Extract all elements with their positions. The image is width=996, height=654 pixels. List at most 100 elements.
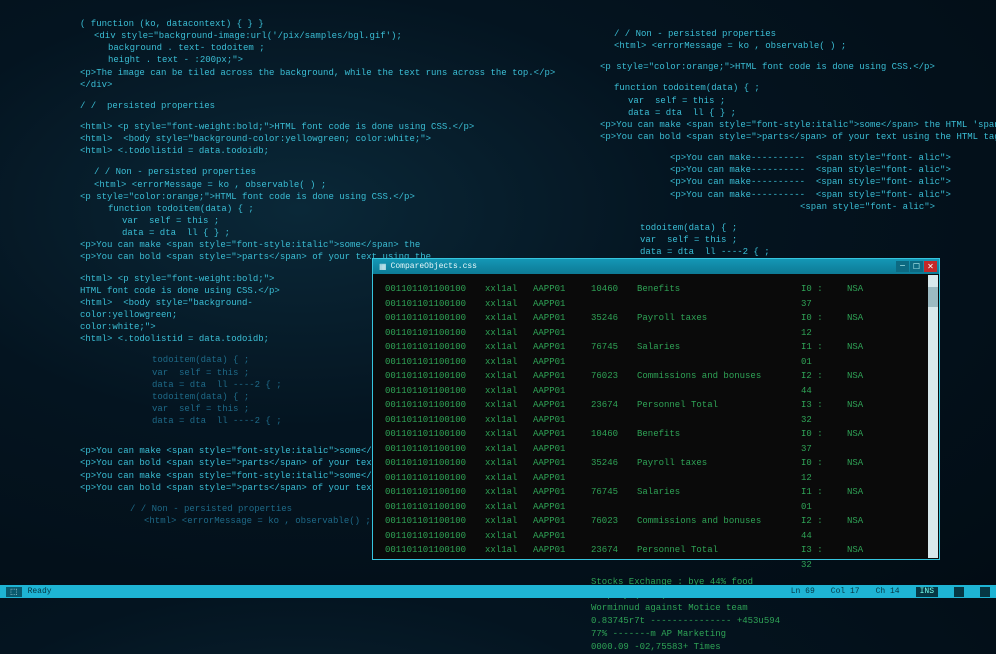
binary-row: 001101101100100 bbox=[385, 340, 467, 355]
binary-row: 001101101100100 bbox=[385, 384, 467, 399]
titlebar[interactable]: ▦ CompareObjects.css ─ ☐ ✕ bbox=[373, 259, 939, 274]
table-row: 23674Personnel TotalI3 : 32NSA bbox=[591, 543, 873, 572]
row-label: Commissions and bonuses bbox=[637, 514, 791, 543]
app-row: AAPP01 bbox=[533, 485, 573, 500]
row-label: Salaries bbox=[637, 485, 791, 514]
table-row: 76023Commissions and bonusesI2 : 44NSA bbox=[591, 369, 873, 398]
table-row: 35246Payroll taxesI0 : 12NSA bbox=[591, 311, 873, 340]
row-label: Benefits bbox=[637, 282, 791, 311]
row-time: I3 : 32 bbox=[801, 398, 837, 427]
binary-row: 001101101100100 bbox=[385, 297, 467, 312]
row-src: NSA bbox=[847, 340, 873, 369]
row-num: 10460 bbox=[591, 282, 627, 311]
binary-row: 001101101100100 bbox=[385, 355, 467, 370]
row-label: Payroll taxes bbox=[637, 456, 791, 485]
code-row: xxl1al bbox=[485, 326, 515, 341]
code-row: xxl1al bbox=[485, 369, 515, 384]
app-row: AAPP01 bbox=[533, 398, 573, 413]
app-row: AAPP01 bbox=[533, 529, 573, 544]
row-num: 76023 bbox=[591, 514, 627, 543]
notification-icon[interactable] bbox=[954, 587, 964, 597]
row-time: I1 : 01 bbox=[801, 485, 837, 514]
row-num: 35246 bbox=[591, 311, 627, 340]
data-column: 10460 Benefits I0 : 37 NSA 35246 Payroll taxe… bbox=[591, 282, 873, 551]
close-button[interactable]: ✕ bbox=[924, 261, 937, 272]
row-time: I0 : 37 bbox=[801, 282, 837, 311]
row-src: NSA bbox=[847, 485, 873, 514]
row-time: I0 : 12 bbox=[801, 311, 837, 340]
table-row: 35246Payroll taxesI0 : 12NSA bbox=[591, 456, 873, 485]
binary-row: 001101101100100 bbox=[385, 514, 467, 529]
row-label: Benefits bbox=[637, 427, 791, 456]
app-row: AAPP01 bbox=[533, 311, 573, 326]
compare-objects-window[interactable]: ▦ CompareObjects.css ─ ☐ ✕ 0011011011001… bbox=[372, 258, 940, 560]
binary-row: 001101101100100 bbox=[385, 398, 467, 413]
status-ins[interactable]: INS bbox=[916, 587, 938, 597]
code-row: xxl1al bbox=[485, 355, 515, 370]
scrollbar[interactable] bbox=[928, 275, 938, 558]
app-row: AAPP01 bbox=[533, 514, 573, 529]
code-row: xxl1al bbox=[485, 529, 515, 544]
status-badge: ⬚ bbox=[6, 587, 22, 597]
code-row: xxl1al bbox=[485, 311, 515, 326]
app-row: AAPP01 bbox=[533, 340, 573, 355]
window-body: 0011011011001000011011011001000011011011… bbox=[373, 274, 939, 559]
code-row: xxl1al bbox=[485, 442, 515, 457]
row-src: NSA bbox=[847, 282, 873, 311]
row-num: 23674 bbox=[591, 543, 627, 572]
binary-row: 001101101100100 bbox=[385, 485, 467, 500]
row-time: I2 : 44 bbox=[801, 514, 837, 543]
status-bar: ⬚ Ready Ln 69 Col 17 Ch 14 INS bbox=[0, 585, 996, 598]
row-src: NSA bbox=[847, 427, 873, 456]
row-time: I1 : 01 bbox=[801, 340, 837, 369]
code-column: xxl1alxxl1alxxl1alxxl1alxxl1alxxl1alxxl1… bbox=[485, 282, 515, 551]
binary-row: 001101101100100 bbox=[385, 413, 467, 428]
code-row: xxl1al bbox=[485, 500, 515, 515]
feedback-icon[interactable] bbox=[980, 587, 990, 597]
row-time: I3 : 32 bbox=[801, 543, 837, 572]
row-src: NSA bbox=[847, 514, 873, 543]
code-row: xxl1al bbox=[485, 398, 515, 413]
binary-row: 001101101100100 bbox=[385, 442, 467, 457]
table-row: 76745 Salaries I1 : 01 NSA bbox=[591, 485, 873, 514]
table-row: 76745SalariesI1 : 01NSA bbox=[591, 340, 873, 369]
code-row: xxl1al bbox=[485, 413, 515, 428]
binary-row: 001101101100100 bbox=[385, 529, 467, 544]
code-row: xxl1al bbox=[485, 384, 515, 399]
row-num: 23674 bbox=[591, 398, 627, 427]
app-row: AAPP01 bbox=[533, 413, 573, 428]
binary-column: 0011011011001000011011011001000011011011… bbox=[385, 282, 467, 551]
background-code-right: / / Non - persisted properties <html> <e… bbox=[600, 28, 980, 258]
row-label: Salaries bbox=[637, 340, 791, 369]
document-icon: ▦ bbox=[379, 262, 387, 272]
maximize-button[interactable]: ☐ bbox=[910, 261, 923, 272]
app-column: AAPP01AAPP01AAPP01AAPP01AAPP01AAPP01AAPP… bbox=[533, 282, 573, 551]
row-src: NSA bbox=[847, 456, 873, 485]
table-row: 23674Personnel TotalI3 : 32NSA bbox=[591, 398, 873, 427]
row-time: I0 : 37 bbox=[801, 427, 837, 456]
code-row: xxl1al bbox=[485, 340, 515, 355]
code-row: xxl1al bbox=[485, 485, 515, 500]
app-row: AAPP01 bbox=[533, 471, 573, 486]
status-line: Ln 69 bbox=[791, 587, 815, 596]
app-row: AAPP01 bbox=[533, 297, 573, 312]
app-row: AAPP01 bbox=[533, 543, 573, 558]
row-src: NSA bbox=[847, 311, 873, 340]
code-row: xxl1al bbox=[485, 282, 515, 297]
minimize-button[interactable]: ─ bbox=[896, 261, 909, 272]
window-title: CompareObjects.css bbox=[391, 262, 896, 271]
table-row: 76023 Commissions and bonuses I2 : 44 NSA bbox=[591, 514, 873, 543]
code-row: xxl1al bbox=[485, 456, 515, 471]
app-row: AAPP01 bbox=[533, 369, 573, 384]
binary-row: 001101101100100 bbox=[385, 369, 467, 384]
row-label: Commissions and bonuses bbox=[637, 369, 791, 398]
status-ch: Ch 14 bbox=[876, 587, 900, 596]
status-col: Col 17 bbox=[831, 587, 860, 596]
row-num: 76745 bbox=[591, 485, 627, 514]
binary-row: 001101101100100 bbox=[385, 500, 467, 515]
app-row: AAPP01 bbox=[533, 427, 573, 442]
row-time: I0 : 12 bbox=[801, 456, 837, 485]
app-row: AAPP01 bbox=[533, 282, 573, 297]
scrollbar-thumb[interactable] bbox=[928, 287, 938, 307]
status-ready: Ready bbox=[28, 587, 52, 596]
